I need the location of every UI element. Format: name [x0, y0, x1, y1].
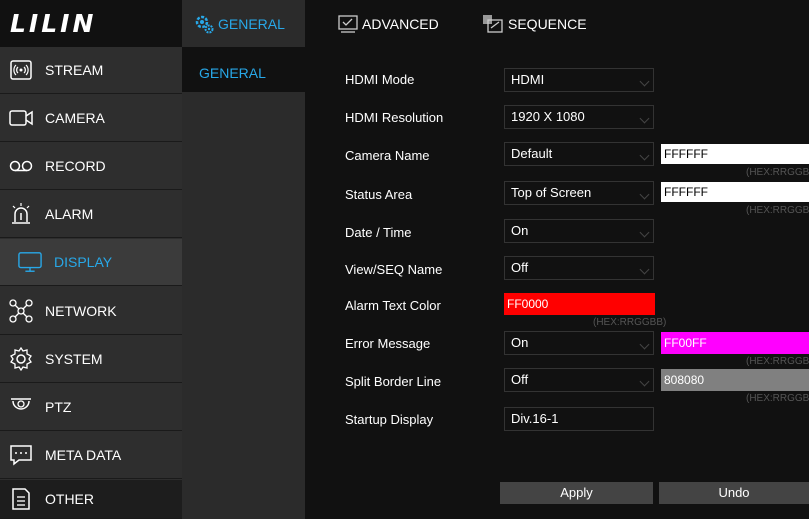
lilin-logo: LILIN [0, 0, 182, 47]
select-value: Off [511, 372, 529, 387]
sidebar-item-label: DISPLAY [54, 254, 113, 270]
stream-icon [9, 58, 33, 82]
select-value: HDMI [511, 72, 545, 87]
select-value: 1920 X 1080 [511, 109, 585, 124]
undo-button[interactable]: Undo [659, 482, 809, 504]
startup-display-input[interactable]: Div.16-1 [504, 407, 654, 431]
startup-display-label: Startup Display [345, 412, 434, 427]
sidebar-item-meta-data[interactable]: META DATA [0, 432, 182, 479]
error-message-label: Error Message [345, 336, 431, 351]
chevron-down-icon [639, 113, 650, 124]
sequence-icon [482, 14, 504, 34]
chevron-down-icon [639, 76, 650, 87]
tab-label: GENERAL [218, 15, 285, 32]
sidebar-item-label: ALARM [45, 206, 94, 222]
sidebar-item-ptz[interactable]: PTZ [0, 384, 182, 431]
sidebar-item-system[interactable]: SYSTEM [0, 336, 182, 383]
hdmi-mode-label: HDMI Mode [345, 72, 415, 87]
select-value: Top of Screen [511, 185, 592, 200]
checkbox-monitor-icon [338, 14, 358, 33]
display-icon [18, 250, 42, 274]
hdmi-resolution-select[interactable]: 1920 X 1080 [504, 105, 654, 129]
split-border-line-color-input[interactable]: 808080 [661, 369, 809, 391]
hex-format-hint: (HEX:RRGGBB) [746, 205, 809, 216]
gears-icon [194, 14, 214, 34]
subnav-item-general[interactable]: GENERAL [182, 47, 305, 92]
sidebar-item-alarm[interactable]: ALARM [0, 191, 182, 238]
error-message-select[interactable]: On [504, 331, 654, 355]
chevron-down-icon [639, 150, 650, 161]
chevron-down-icon [639, 227, 650, 238]
date-time-label: Date / Time [345, 225, 412, 240]
sidebar-item-label: CAMERA [45, 110, 105, 126]
hdmi-mode-select[interactable]: HDMI [504, 68, 654, 92]
hex-format-hint: (HEX:RRGGBB) [746, 356, 809, 367]
sidebar-item-label: STREAM [45, 62, 104, 78]
alarm-text-color-label: Alarm Text Color [345, 298, 441, 313]
system-gear-icon [9, 347, 33, 371]
display-general-form: HDMI Mode HDMI HDMI Resolution 1920 X 10… [305, 47, 809, 519]
record-icon [9, 154, 33, 178]
select-value: Off [511, 260, 529, 275]
sidebar-item-record[interactable]: RECORD [0, 143, 182, 190]
chevron-down-icon [639, 189, 650, 200]
network-icon [9, 299, 33, 323]
view-seq-name-select[interactable]: Off [504, 256, 654, 280]
logo-text: LILIN [10, 9, 97, 38]
ptz-camera-icon [9, 395, 33, 419]
error-message-color-input[interactable]: FF00FF [661, 332, 809, 354]
tab-label: SEQUENCE [508, 15, 587, 32]
split-border-line-label: Split Border Line [345, 374, 442, 389]
view-seq-name-label: View/SEQ Name [345, 262, 443, 277]
select-value: On [511, 223, 529, 238]
hdmi-resolution-label: HDMI Resolution [345, 110, 444, 125]
sidebar-item-label: OTHER [45, 491, 94, 507]
hex-format-hint: (HEX:RRGGBB) [746, 393, 809, 404]
split-border-line-select[interactable]: Off [504, 368, 654, 392]
sub-nav: GENERAL [182, 47, 305, 519]
tab-label: ADVANCED [362, 15, 439, 32]
sidebar-item-network[interactable]: NETWORK [0, 288, 182, 335]
meta-data-icon [9, 443, 33, 467]
sidebar-item-camera[interactable]: CAMERA [0, 95, 182, 142]
camera-icon [9, 106, 33, 130]
hex-format-hint: (HEX:RRGGBB) [593, 317, 667, 328]
sidebar-item-display[interactable]: DISPLAY [0, 239, 182, 286]
status-area-select[interactable]: Top of Screen [504, 181, 654, 205]
main-sidebar: LILIN STREAM CAMERA RECORD ALARM DISPLAY [0, 0, 182, 519]
sidebar-item-label: RECORD [45, 158, 106, 174]
date-time-select[interactable]: On [504, 219, 654, 243]
top-tab-bar: GENERAL ADVANCED SEQUENCE [182, 0, 809, 47]
other-document-icon [9, 487, 33, 511]
status-area-label: Status Area [345, 187, 413, 202]
sidebar-item-label: PTZ [45, 399, 72, 415]
alarm-text-color-input[interactable]: FF0000 [504, 293, 655, 315]
camera-name-label: Camera Name [345, 148, 430, 163]
chevron-down-icon [639, 264, 650, 275]
camera-name-color-input[interactable]: FFFFFF [661, 144, 809, 164]
tab-sequence[interactable]: SEQUENCE [482, 0, 587, 47]
select-value: Div.16-1 [511, 411, 559, 426]
chevron-down-icon [639, 339, 650, 350]
tab-advanced[interactable]: ADVANCED [338, 0, 439, 47]
select-value: Default [511, 146, 553, 161]
status-area-color-input[interactable]: FFFFFF [661, 182, 809, 202]
camera-name-select[interactable]: Default [504, 142, 654, 166]
sidebar-item-label: META DATA [45, 447, 122, 463]
apply-button[interactable]: Apply [500, 482, 653, 504]
sidebar-item-other[interactable]: OTHER [0, 480, 182, 519]
hex-format-hint: (HEX:RRGGBB) [746, 167, 809, 178]
chevron-down-icon [639, 376, 650, 387]
sidebar-item-label: NETWORK [45, 303, 117, 319]
sidebar-item-stream[interactable]: STREAM [0, 47, 182, 94]
select-value: On [511, 335, 529, 350]
tab-general[interactable]: GENERAL [182, 0, 305, 47]
sidebar-item-label: SYSTEM [45, 351, 103, 367]
alarm-icon [9, 202, 33, 226]
